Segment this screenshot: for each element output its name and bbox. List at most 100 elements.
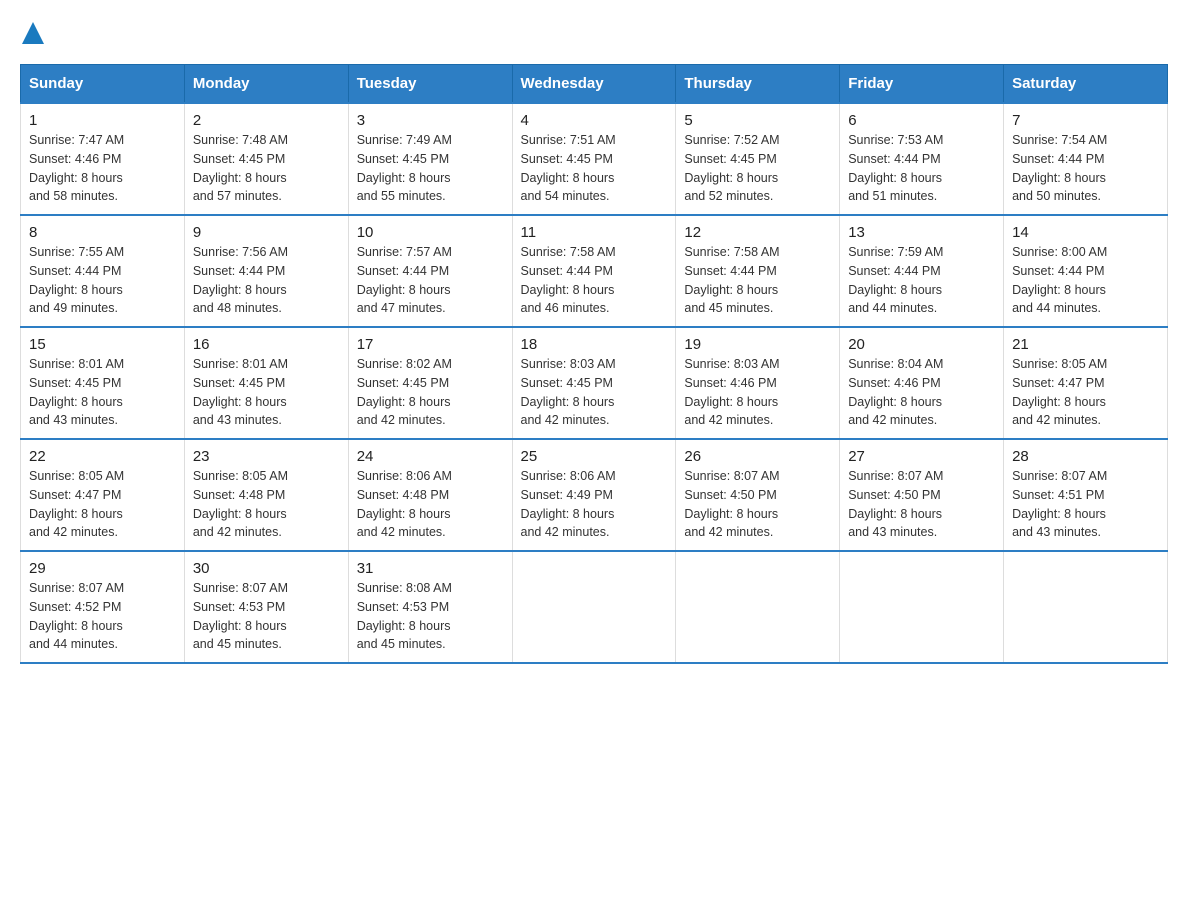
table-row: 26 Sunrise: 8:07 AM Sunset: 4:50 PM Dayl… — [676, 439, 840, 551]
day-number: 25 — [521, 448, 668, 465]
day-info: Sunrise: 7:58 AM Sunset: 4:44 PM Dayligh… — [684, 243, 831, 318]
day-number: 30 — [193, 560, 340, 577]
day-number: 11 — [521, 224, 668, 241]
table-row: 29 Sunrise: 8:07 AM Sunset: 4:52 PM Dayl… — [21, 551, 185, 663]
col-monday: Monday — [184, 65, 348, 104]
day-info: Sunrise: 8:07 AM Sunset: 4:51 PM Dayligh… — [1012, 467, 1159, 542]
table-row: 13 Sunrise: 7:59 AM Sunset: 4:44 PM Dayl… — [840, 215, 1004, 327]
day-info: Sunrise: 7:53 AM Sunset: 4:44 PM Dayligh… — [848, 131, 995, 206]
page-header — [20, 20, 1168, 44]
day-info: Sunrise: 7:57 AM Sunset: 4:44 PM Dayligh… — [357, 243, 504, 318]
logo-triangle-icon — [22, 22, 44, 44]
day-info: Sunrise: 8:06 AM Sunset: 4:49 PM Dayligh… — [521, 467, 668, 542]
day-number: 20 — [848, 336, 995, 353]
calendar-header-row: Sunday Monday Tuesday Wednesday Thursday… — [21, 65, 1168, 104]
day-info: Sunrise: 8:03 AM Sunset: 4:46 PM Dayligh… — [684, 355, 831, 430]
table-row: 14 Sunrise: 8:00 AM Sunset: 4:44 PM Dayl… — [1004, 215, 1168, 327]
table-row: 8 Sunrise: 7:55 AM Sunset: 4:44 PM Dayli… — [21, 215, 185, 327]
table-row: 27 Sunrise: 8:07 AM Sunset: 4:50 PM Dayl… — [840, 439, 1004, 551]
table-row: 12 Sunrise: 7:58 AM Sunset: 4:44 PM Dayl… — [676, 215, 840, 327]
day-info: Sunrise: 7:49 AM Sunset: 4:45 PM Dayligh… — [357, 131, 504, 206]
col-saturday: Saturday — [1004, 65, 1168, 104]
calendar-table: Sunday Monday Tuesday Wednesday Thursday… — [20, 64, 1168, 664]
col-tuesday: Tuesday — [348, 65, 512, 104]
day-number: 13 — [848, 224, 995, 241]
table-row: 22 Sunrise: 8:05 AM Sunset: 4:47 PM Dayl… — [21, 439, 185, 551]
day-info: Sunrise: 8:07 AM Sunset: 4:52 PM Dayligh… — [29, 579, 176, 654]
day-number: 1 — [29, 112, 176, 129]
table-row: 19 Sunrise: 8:03 AM Sunset: 4:46 PM Dayl… — [676, 327, 840, 439]
day-number: 26 — [684, 448, 831, 465]
day-number: 3 — [357, 112, 504, 129]
day-info: Sunrise: 7:52 AM Sunset: 4:45 PM Dayligh… — [684, 131, 831, 206]
table-row: 15 Sunrise: 8:01 AM Sunset: 4:45 PM Dayl… — [21, 327, 185, 439]
day-number: 24 — [357, 448, 504, 465]
table-row: 9 Sunrise: 7:56 AM Sunset: 4:44 PM Dayli… — [184, 215, 348, 327]
day-number: 8 — [29, 224, 176, 241]
day-number: 18 — [521, 336, 668, 353]
day-info: Sunrise: 7:55 AM Sunset: 4:44 PM Dayligh… — [29, 243, 176, 318]
day-info: Sunrise: 8:03 AM Sunset: 4:45 PM Dayligh… — [521, 355, 668, 430]
day-number: 7 — [1012, 112, 1159, 129]
table-row: 17 Sunrise: 8:02 AM Sunset: 4:45 PM Dayl… — [348, 327, 512, 439]
table-row: 7 Sunrise: 7:54 AM Sunset: 4:44 PM Dayli… — [1004, 103, 1168, 215]
calendar-week-row: 1 Sunrise: 7:47 AM Sunset: 4:46 PM Dayli… — [21, 103, 1168, 215]
table-row — [840, 551, 1004, 663]
day-number: 9 — [193, 224, 340, 241]
day-info: Sunrise: 8:01 AM Sunset: 4:45 PM Dayligh… — [29, 355, 176, 430]
day-number: 16 — [193, 336, 340, 353]
table-row: 28 Sunrise: 8:07 AM Sunset: 4:51 PM Dayl… — [1004, 439, 1168, 551]
day-number: 2 — [193, 112, 340, 129]
table-row: 5 Sunrise: 7:52 AM Sunset: 4:45 PM Dayli… — [676, 103, 840, 215]
day-info: Sunrise: 8:07 AM Sunset: 4:53 PM Dayligh… — [193, 579, 340, 654]
day-number: 6 — [848, 112, 995, 129]
day-info: Sunrise: 7:51 AM Sunset: 4:45 PM Dayligh… — [521, 131, 668, 206]
day-number: 5 — [684, 112, 831, 129]
day-number: 4 — [521, 112, 668, 129]
col-sunday: Sunday — [21, 65, 185, 104]
table-row: 30 Sunrise: 8:07 AM Sunset: 4:53 PM Dayl… — [184, 551, 348, 663]
day-number: 19 — [684, 336, 831, 353]
calendar-week-row: 15 Sunrise: 8:01 AM Sunset: 4:45 PM Dayl… — [21, 327, 1168, 439]
day-info: Sunrise: 8:00 AM Sunset: 4:44 PM Dayligh… — [1012, 243, 1159, 318]
logo-text — [20, 20, 44, 44]
table-row: 1 Sunrise: 7:47 AM Sunset: 4:46 PM Dayli… — [21, 103, 185, 215]
table-row: 25 Sunrise: 8:06 AM Sunset: 4:49 PM Dayl… — [512, 439, 676, 551]
table-row: 18 Sunrise: 8:03 AM Sunset: 4:45 PM Dayl… — [512, 327, 676, 439]
table-row: 23 Sunrise: 8:05 AM Sunset: 4:48 PM Dayl… — [184, 439, 348, 551]
day-info: Sunrise: 8:05 AM Sunset: 4:47 PM Dayligh… — [1012, 355, 1159, 430]
day-info: Sunrise: 7:58 AM Sunset: 4:44 PM Dayligh… — [521, 243, 668, 318]
table-row — [512, 551, 676, 663]
table-row: 31 Sunrise: 8:08 AM Sunset: 4:53 PM Dayl… — [348, 551, 512, 663]
table-row — [676, 551, 840, 663]
table-row: 11 Sunrise: 7:58 AM Sunset: 4:44 PM Dayl… — [512, 215, 676, 327]
day-info: Sunrise: 8:07 AM Sunset: 4:50 PM Dayligh… — [684, 467, 831, 542]
table-row — [1004, 551, 1168, 663]
calendar-week-row: 22 Sunrise: 8:05 AM Sunset: 4:47 PM Dayl… — [21, 439, 1168, 551]
day-info: Sunrise: 7:48 AM Sunset: 4:45 PM Dayligh… — [193, 131, 340, 206]
day-number: 21 — [1012, 336, 1159, 353]
col-thursday: Thursday — [676, 65, 840, 104]
day-number: 17 — [357, 336, 504, 353]
day-info: Sunrise: 8:08 AM Sunset: 4:53 PM Dayligh… — [357, 579, 504, 654]
table-row: 6 Sunrise: 7:53 AM Sunset: 4:44 PM Dayli… — [840, 103, 1004, 215]
day-number: 31 — [357, 560, 504, 577]
table-row: 21 Sunrise: 8:05 AM Sunset: 4:47 PM Dayl… — [1004, 327, 1168, 439]
day-info: Sunrise: 8:01 AM Sunset: 4:45 PM Dayligh… — [193, 355, 340, 430]
logo — [20, 20, 44, 44]
table-row: 10 Sunrise: 7:57 AM Sunset: 4:44 PM Dayl… — [348, 215, 512, 327]
day-number: 29 — [29, 560, 176, 577]
day-info: Sunrise: 7:47 AM Sunset: 4:46 PM Dayligh… — [29, 131, 176, 206]
col-wednesday: Wednesday — [512, 65, 676, 104]
calendar-week-row: 8 Sunrise: 7:55 AM Sunset: 4:44 PM Dayli… — [21, 215, 1168, 327]
day-number: 12 — [684, 224, 831, 241]
day-number: 23 — [193, 448, 340, 465]
day-info: Sunrise: 8:06 AM Sunset: 4:48 PM Dayligh… — [357, 467, 504, 542]
day-info: Sunrise: 7:59 AM Sunset: 4:44 PM Dayligh… — [848, 243, 995, 318]
day-number: 10 — [357, 224, 504, 241]
day-number: 22 — [29, 448, 176, 465]
day-number: 15 — [29, 336, 176, 353]
table-row: 24 Sunrise: 8:06 AM Sunset: 4:48 PM Dayl… — [348, 439, 512, 551]
calendar-week-row: 29 Sunrise: 8:07 AM Sunset: 4:52 PM Dayl… — [21, 551, 1168, 663]
day-info: Sunrise: 7:54 AM Sunset: 4:44 PM Dayligh… — [1012, 131, 1159, 206]
